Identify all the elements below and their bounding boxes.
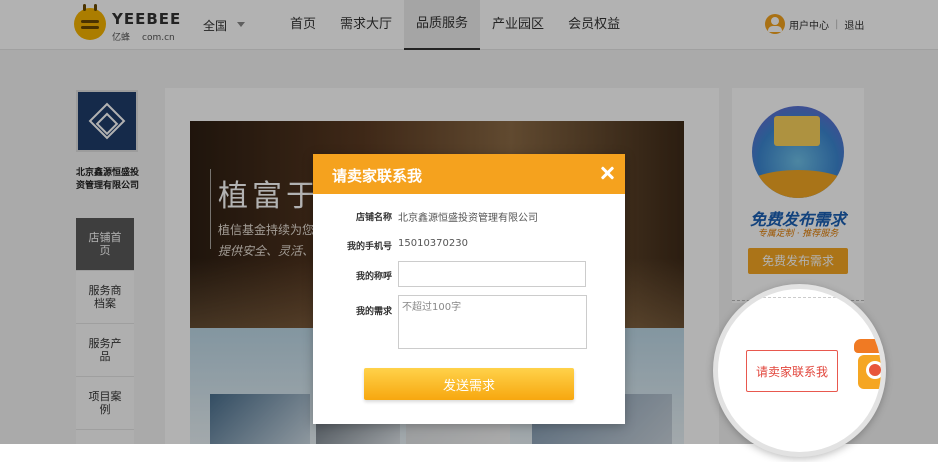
phone-value: 15010370230	[398, 238, 468, 249]
contact-seller-modal: 请卖家联系我 店铺名称 北京鑫源恒盛投资管理有限公司 我的手机号 1501037…	[313, 154, 625, 424]
magnifier-divider	[718, 297, 881, 298]
send-demand-button[interactable]: 发送需求	[364, 368, 574, 400]
need-label: 我的需求	[355, 307, 392, 317]
magnifier-callout: 请卖家联系我	[713, 284, 886, 457]
need-textarea[interactable]	[398, 295, 587, 349]
phone-icon	[854, 339, 881, 393]
nickname-label: 我的称呼	[355, 272, 392, 282]
shop-name-value: 北京鑫源恒盛投资管理有限公司	[398, 213, 538, 224]
phone-label: 我的手机号	[346, 242, 392, 252]
phone-dial	[866, 361, 881, 379]
modal-header: 请卖家联系我	[313, 154, 625, 194]
close-icon[interactable]	[598, 164, 616, 182]
modal-title: 请卖家联系我	[332, 167, 423, 185]
contact-seller-button[interactable]: 请卖家联系我	[746, 350, 838, 392]
nickname-input[interactable]	[398, 261, 586, 287]
phone-handset	[854, 339, 881, 353]
shop-name-label: 店铺名称	[355, 213, 392, 223]
